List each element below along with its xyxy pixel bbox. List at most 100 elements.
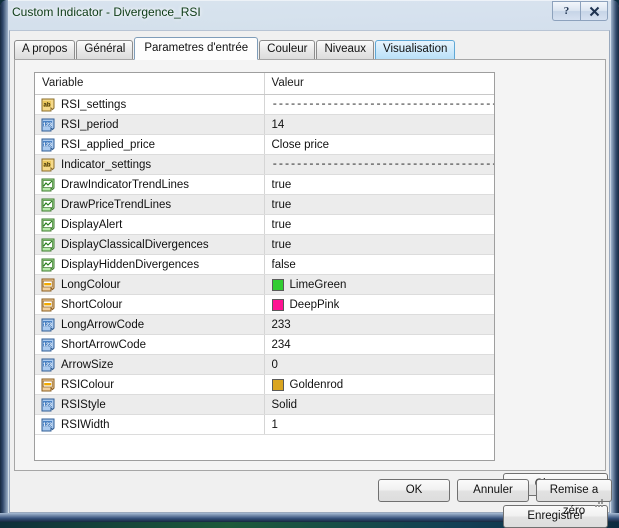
parameter-value: false	[272, 259, 296, 271]
parameter-name-cell: abIndicator_settings	[35, 155, 265, 174]
parameter-value-cell[interactable]: DeepPink	[265, 295, 495, 314]
parameter-name-cell: 123 RSI_applied_price	[35, 135, 265, 154]
parameter-name-cell: ShortColour	[35, 295, 265, 314]
parameters-grid[interactable]: Variable Valeur abRSI_settings----------…	[34, 72, 495, 461]
window-border-left	[0, 0, 8, 522]
cancel-button[interactable]: Annuler	[457, 479, 529, 502]
svg-text:123: 123	[43, 322, 52, 328]
color-icon	[41, 378, 55, 392]
table-row[interactable]: RSIColourGoldenrod	[35, 375, 494, 395]
parameter-name-cell: 123 RSIStyle	[35, 395, 265, 414]
table-row[interactable]: abIndicator_settings --------------------…	[35, 155, 494, 175]
parameter-label: ShortColour	[61, 299, 122, 311]
dialog-window: Custom Indicator - Divergence_RSI ? A pr…	[0, 0, 619, 522]
parameter-value-cell[interactable]: true	[265, 215, 495, 234]
parameter-label: RSI_applied_price	[61, 139, 155, 151]
table-row[interactable]: DisplayHiddenDivergences false	[35, 255, 494, 275]
table-row[interactable]: LongColour LimeGreen	[35, 275, 494, 295]
table-row[interactable]: 123ShortArrowCode234	[35, 335, 494, 355]
table-row[interactable]: 123 RSI_applied_price Close price	[35, 135, 494, 155]
parameter-label: RSI_period	[61, 119, 119, 131]
parameter-name-cell: 123ShortArrowCode	[35, 335, 265, 354]
table-row[interactable]: 123 RSI_period 14	[35, 115, 494, 135]
parameter-label: DrawIndicatorTrendLines	[61, 179, 189, 191]
parameter-label: LongColour	[61, 279, 120, 291]
parameter-value-cell[interactable]: true	[265, 195, 495, 214]
svg-text:123: 123	[43, 362, 52, 368]
table-row[interactable]: DrawPriceTrendLinestrue	[35, 195, 494, 215]
parameter-value-cell[interactable]: true	[265, 175, 495, 194]
parameter-label: RSIStyle	[61, 399, 106, 411]
grid-body: abRSI_settings--------------------------…	[35, 95, 494, 435]
parameter-value: Solid	[272, 399, 298, 411]
parameter-value-cell[interactable]: Close price	[265, 135, 495, 154]
parameter-name-cell: DisplayHiddenDivergences	[35, 255, 265, 274]
parameter-value-cell[interactable]: Solid	[265, 395, 495, 414]
parameter-name-cell: 123ArrowSize	[35, 355, 265, 374]
parameter-value: true	[272, 239, 292, 251]
close-button[interactable]	[580, 1, 608, 21]
parameter-value-cell[interactable]: 14	[265, 115, 495, 134]
question-mark-icon: ?	[564, 5, 570, 17]
tab-a-propos[interactable]: A propos	[14, 40, 75, 59]
parameter-value-cell[interactable]: Goldenrod	[265, 375, 495, 394]
parameter-name-cell: DrawPriceTrendLines	[35, 195, 265, 214]
boolean-icon	[41, 238, 55, 252]
parameter-value: Goldenrod	[290, 379, 344, 391]
table-row[interactable]: 123ArrowSize0	[35, 355, 494, 375]
parameter-value: 14	[272, 119, 285, 131]
parameter-value-cell[interactable]: true	[265, 235, 495, 254]
number-icon: 123	[41, 398, 55, 412]
number-icon: 123	[41, 318, 55, 332]
grid-header-row: Variable Valeur	[35, 73, 494, 95]
table-row[interactable]: DrawIndicatorTrendLines true	[35, 175, 494, 195]
boolean-icon	[41, 258, 55, 272]
svg-text:123: 123	[43, 122, 52, 128]
table-row[interactable]: abRSI_settings--------------------------…	[35, 95, 494, 115]
table-row[interactable]: DisplayAlert true	[35, 215, 494, 235]
parameter-value-cell[interactable]: LimeGreen	[265, 275, 495, 294]
ok-button[interactable]: OK	[378, 479, 450, 502]
parameter-value-cell[interactable]: ----------------------------------------…	[265, 95, 495, 114]
number-icon: 123	[41, 418, 55, 432]
parameter-value: ----------------------------------------…	[272, 159, 495, 171]
tab-niveaux[interactable]: Niveaux	[316, 40, 374, 59]
svg-text:123: 123	[43, 342, 52, 348]
table-row[interactable]: 123 RSIStyle Solid	[35, 395, 494, 415]
color-swatch	[272, 279, 284, 291]
parameter-value-cell[interactable]: 1	[265, 415, 495, 434]
tab-g-n-ral[interactable]: Général	[76, 40, 133, 59]
table-row[interactable]: 123RSIWidth1	[35, 415, 494, 435]
parameter-name-cell: DrawIndicatorTrendLines	[35, 175, 265, 194]
table-row[interactable]: ShortColour DeepPink	[35, 295, 494, 315]
number-icon: 123	[41, 138, 55, 152]
parameter-label: DisplayClassicalDivergences	[61, 239, 209, 251]
svg-text:ab: ab	[43, 102, 50, 108]
tab-couleur[interactable]: Couleur	[259, 40, 315, 59]
parameter-value-cell[interactable]: 234	[265, 335, 495, 354]
parameter-value-cell[interactable]: false	[265, 255, 495, 274]
parameter-name-cell: DisplayAlert	[35, 215, 265, 234]
help-button[interactable]: ?	[552, 1, 580, 21]
parameter-label: DisplayAlert	[61, 219, 122, 231]
table-row[interactable]: DisplayClassicalDivergences true	[35, 235, 494, 255]
parameter-name-cell: abRSI_settings	[35, 95, 265, 114]
resize-grip-icon[interactable]	[593, 497, 605, 509]
parameter-value: 1	[272, 419, 278, 431]
grid-empty-area	[35, 435, 494, 461]
parameter-value: true	[272, 179, 292, 191]
boolean-icon	[41, 198, 55, 212]
parameter-value-cell[interactable]: 0	[265, 355, 495, 374]
title-bar[interactable]: Custom Indicator - Divergence_RSI ?	[8, 0, 611, 30]
svg-text:123: 123	[43, 422, 52, 428]
tab-visualisation[interactable]: Visualisation	[375, 40, 455, 59]
tab-parametres-d-entr-e[interactable]: Parametres d'entrée	[134, 37, 258, 60]
color-icon	[41, 298, 55, 312]
parameter-value-cell[interactable]: 233	[265, 315, 495, 334]
table-row[interactable]: 123LongArrowCode233	[35, 315, 494, 335]
parameter-label: DisplayHiddenDivergences	[61, 259, 199, 271]
grid-header-value: Valeur	[265, 73, 495, 94]
parameter-value: Close price	[272, 139, 330, 151]
svg-text:ab: ab	[43, 162, 50, 168]
parameter-value-cell[interactable]: ----------------------------------------…	[265, 155, 495, 174]
